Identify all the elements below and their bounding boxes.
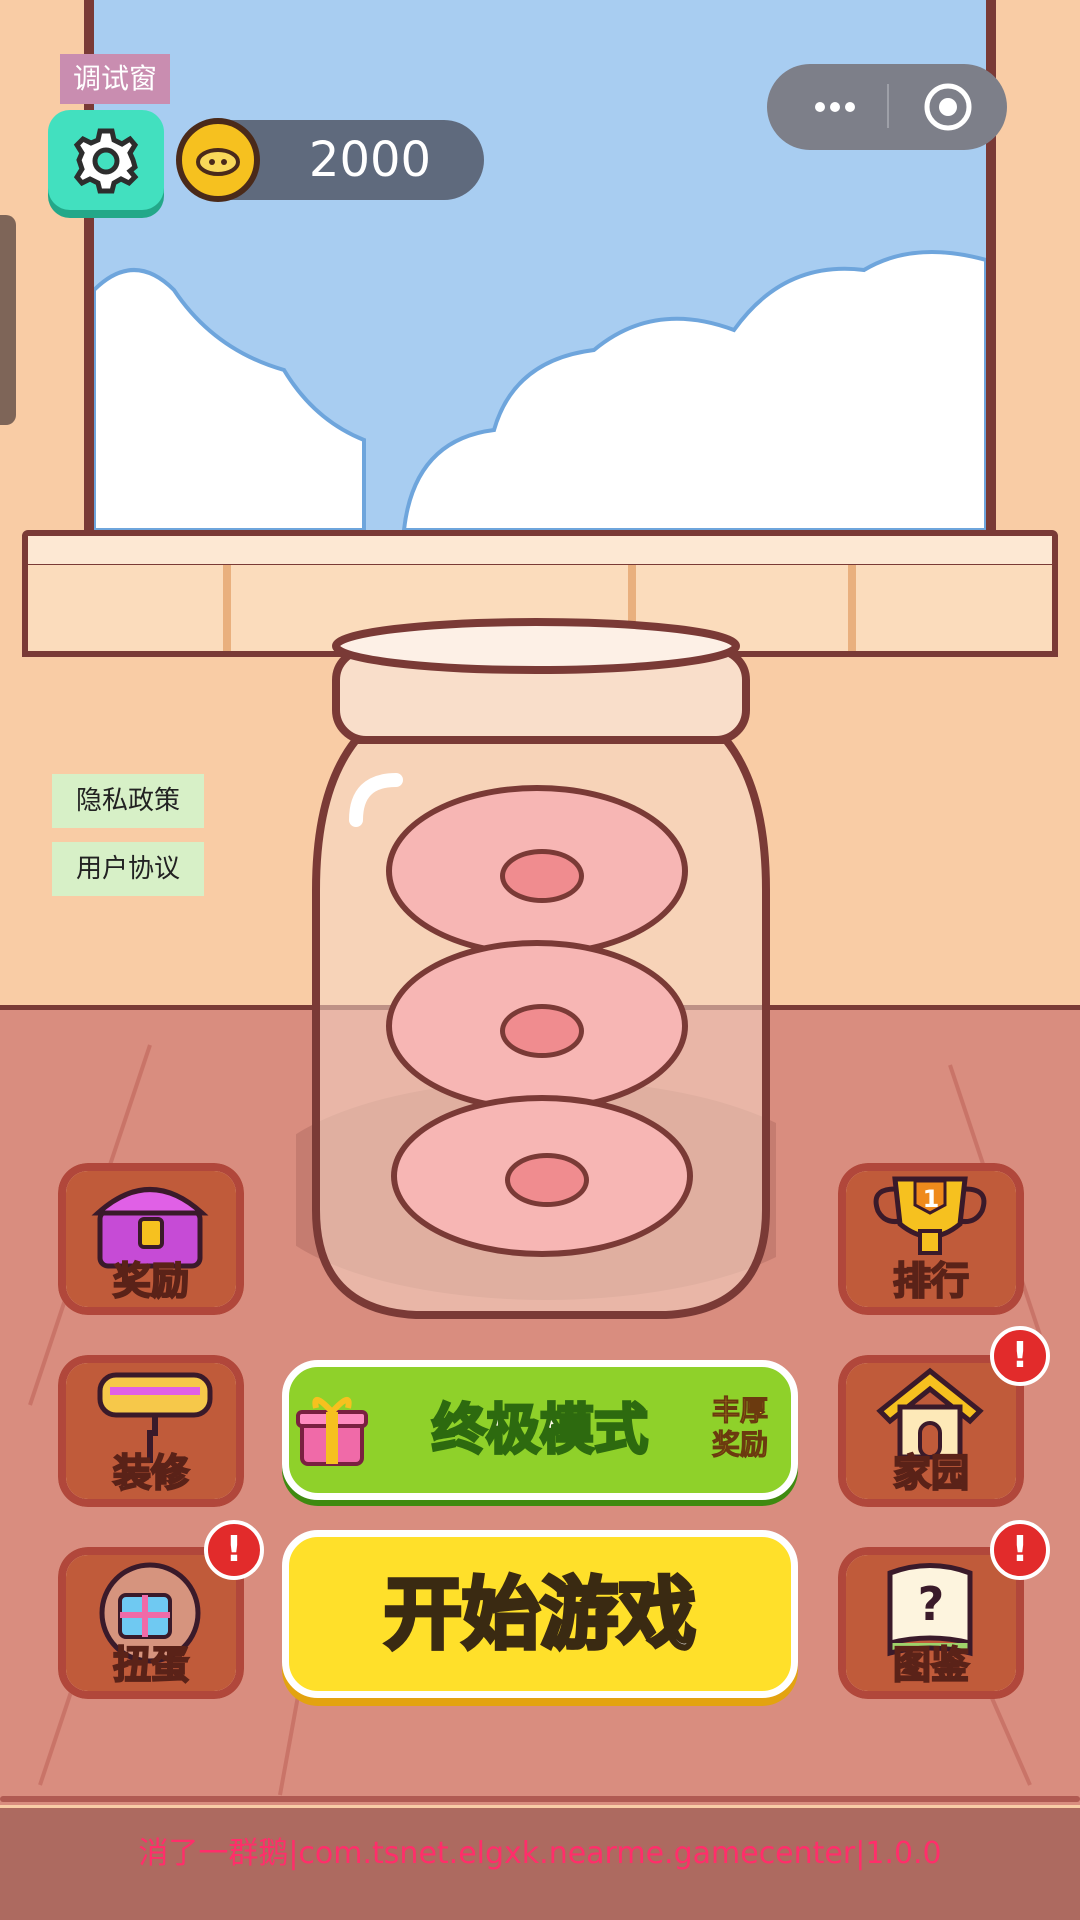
collection-question-mark: ? — [917, 1577, 945, 1631]
footer-version-text: 消了一群鹅|com.tsnet.elgxk.nearme.gamecenter|… — [138, 1836, 942, 1871]
ultimate-sub-line2: 奖励 — [711, 1428, 768, 1462]
capsule-divider — [887, 84, 889, 128]
ranking-button[interactable]: 1 排行 — [838, 1163, 1024, 1315]
home-button[interactable]: 家园 — [838, 1355, 1024, 1507]
pig-coin-icon — [176, 118, 260, 202]
home-alert-badge: ! — [990, 1326, 1050, 1386]
ultimate-sub-line1: 丰厚 — [711, 1394, 768, 1428]
pig-bottom — [391, 1095, 693, 1257]
floor-edge — [0, 1796, 1080, 1802]
window-sill-top — [22, 530, 1058, 570]
rewards-label: 奖励 — [112, 1258, 190, 1304]
rewards-button[interactable]: 奖励 — [58, 1163, 244, 1315]
collection-label: 图鉴 — [892, 1642, 970, 1688]
close-target-icon[interactable] — [918, 80, 978, 134]
privacy-policy-link[interactable]: 隐私政策 — [52, 774, 204, 828]
pig-top — [386, 785, 688, 957]
home-label: 家园 — [892, 1450, 970, 1496]
collection-button[interactable]: ? 图鉴 — [838, 1547, 1024, 1699]
gift-box-icon — [292, 1390, 372, 1470]
start-game-label: 开始游戏 — [382, 1568, 698, 1662]
more-icon[interactable] — [790, 80, 880, 134]
rank-number: 1 — [922, 1185, 940, 1213]
gacha-label: 扭蛋 — [112, 1642, 190, 1688]
pig-jar — [296, 610, 776, 1320]
decorate-label: 装修 — [112, 1450, 190, 1496]
debug-window-tab[interactable]: 调试窗 — [60, 54, 170, 104]
side-drawer-handle[interactable] — [0, 215, 16, 425]
collection-alert-badge: ! — [990, 1520, 1050, 1580]
settings-button[interactable] — [48, 110, 164, 210]
ranking-label: 排行 — [892, 1258, 970, 1304]
gacha-alert-badge: ! — [204, 1520, 264, 1580]
user-agreement-link[interactable]: 用户协议 — [52, 842, 204, 896]
ultimate-reward-tag: 丰厚 奖励 — [700, 1394, 780, 1464]
gear-icon — [73, 128, 139, 194]
coin-amount: 2000 — [308, 132, 432, 188]
ultimate-mode-label: 终极模式 — [431, 1397, 650, 1463]
decorate-button[interactable]: 装修 — [58, 1355, 244, 1507]
pig-middle — [386, 940, 688, 1112]
